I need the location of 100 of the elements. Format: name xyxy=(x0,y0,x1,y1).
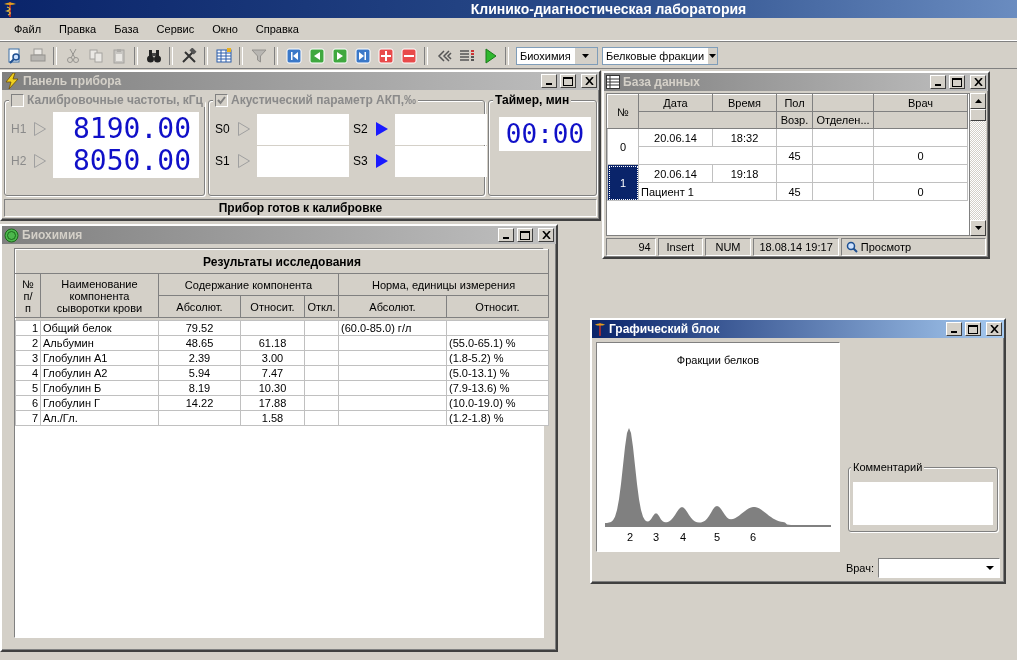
row-number-cell[interactable]: 1 xyxy=(607,164,639,201)
window-title: Биохимия xyxy=(22,228,84,242)
close-button[interactable] xyxy=(538,228,554,242)
status-panel: 94 xyxy=(606,238,656,256)
timer-display: 00:00 xyxy=(499,117,591,151)
maximize-button[interactable] xyxy=(517,228,533,242)
next-record-icon xyxy=(331,47,348,64)
window-title: Графический блок xyxy=(609,322,721,336)
binoculars-icon xyxy=(145,47,162,64)
magnifier-icon xyxy=(845,241,858,253)
group-label: Таймер, мин xyxy=(493,93,572,107)
status-panel: Insert xyxy=(657,238,703,256)
comment-field[interactable] xyxy=(853,482,993,525)
channel-label: S3 xyxy=(353,154,369,168)
channel-label: S1 xyxy=(215,154,231,168)
maximize-button[interactable] xyxy=(949,75,965,89)
scrollbar[interactable] xyxy=(970,93,986,236)
minimize-button[interactable] xyxy=(930,75,946,89)
window-title: Панель прибора xyxy=(23,74,123,88)
scroll-up-icon xyxy=(974,99,982,103)
column-header: Норма, единицы измерения xyxy=(338,273,549,296)
funnel-icon xyxy=(250,47,267,64)
table-cell: 79.52 xyxy=(158,320,241,336)
caduceus-icon xyxy=(594,322,606,336)
column-header: Дата xyxy=(638,94,713,112)
caduceus-icon xyxy=(3,1,17,17)
column-header: Время xyxy=(712,94,777,112)
table-cell: 1 xyxy=(15,320,41,336)
checkmark-icon xyxy=(217,95,226,105)
column-header: Наименование компонента сыворотки крови xyxy=(40,273,159,318)
list-icon xyxy=(458,47,475,64)
column-header: Содержание компонента xyxy=(158,273,339,296)
status-panel: 18.08.14 19:17 xyxy=(753,238,839,256)
channel-label: S2 xyxy=(353,122,369,136)
status-panel: NUM xyxy=(704,238,752,256)
menu-item[interactable]: Справка xyxy=(247,21,307,37)
menu-item[interactable]: Файл xyxy=(6,21,50,37)
copy-icon xyxy=(87,47,104,64)
lightning-icon xyxy=(4,73,20,89)
dropdown-arrow-icon xyxy=(582,53,590,58)
maximize-icon xyxy=(520,230,530,240)
menu-item[interactable]: Окно xyxy=(204,21,246,37)
status-message: Прибор готов к калибровке xyxy=(4,199,597,217)
minimize-button[interactable] xyxy=(541,74,557,88)
dropdown-arrow-icon xyxy=(986,566,994,570)
maximize-icon xyxy=(563,76,573,86)
column-header: № xyxy=(607,94,639,129)
peak-label: 4 xyxy=(680,531,687,543)
row-number-cell[interactable]: 0 xyxy=(607,128,639,165)
status-text: Просмотр xyxy=(860,241,912,253)
peak-label: 2 xyxy=(627,531,634,543)
window-title: База данных xyxy=(623,75,701,89)
group-label: Комментарий xyxy=(851,461,925,473)
print-preview-icon xyxy=(6,47,23,64)
group-label: Акустический параметр АКП,‰ xyxy=(231,93,417,107)
doctor-dropdown[interactable] xyxy=(878,558,1000,578)
menu-item[interactable]: Сервис xyxy=(148,21,203,37)
table-icon xyxy=(215,47,232,64)
scroll-down-icon xyxy=(974,226,982,230)
column-header: Пол xyxy=(776,94,813,112)
column-header: № п/п xyxy=(15,273,41,318)
chart-title: Фракции белков xyxy=(675,354,761,366)
dropdown[interactable]: Биохимия xyxy=(516,46,598,65)
menu-item[interactable]: Правка xyxy=(51,21,105,37)
minimize-button[interactable] xyxy=(946,322,962,336)
digital-display: 8050.00 xyxy=(53,144,199,178)
group-label: Калибровочные частоты, кГц xyxy=(27,93,203,107)
peak-label: 3 xyxy=(653,531,660,543)
digital-display: 8190.00 xyxy=(53,112,199,146)
close-button[interactable] xyxy=(986,322,1002,336)
maximize-button[interactable] xyxy=(965,322,981,336)
table-icon xyxy=(606,75,620,89)
tools-icon xyxy=(180,47,197,64)
close-button[interactable] xyxy=(581,74,597,88)
close-button[interactable] xyxy=(970,75,986,89)
printer-icon xyxy=(29,47,46,64)
dropdown-arrow-icon xyxy=(709,53,717,58)
last-record-icon xyxy=(354,47,371,64)
maximize-button[interactable] xyxy=(560,74,576,88)
table-cell xyxy=(304,320,339,336)
maximize-icon xyxy=(952,77,962,87)
previous-record-icon xyxy=(308,47,325,64)
table-title: Результаты исследования xyxy=(15,249,549,274)
clipboard-icon xyxy=(110,47,127,64)
close-icon xyxy=(541,231,551,239)
scissors-icon xyxy=(64,47,81,64)
field-label: Врач: xyxy=(845,562,874,574)
menu-item[interactable]: База xyxy=(106,21,147,37)
minus-icon xyxy=(400,47,417,64)
close-icon xyxy=(584,77,594,85)
dropdown[interactable]: Белковые фракции xyxy=(602,46,718,65)
double-chevron-icon xyxy=(435,47,452,64)
app-title: Клинико-диагностическая лаборатория xyxy=(469,1,748,17)
peak-label: 5 xyxy=(714,531,721,543)
plus-icon xyxy=(377,47,394,64)
minimize-button[interactable] xyxy=(498,228,514,242)
channel-label: H1 xyxy=(11,122,28,136)
maximize-icon xyxy=(968,324,978,334)
close-icon xyxy=(973,78,983,86)
close-icon xyxy=(989,325,999,333)
